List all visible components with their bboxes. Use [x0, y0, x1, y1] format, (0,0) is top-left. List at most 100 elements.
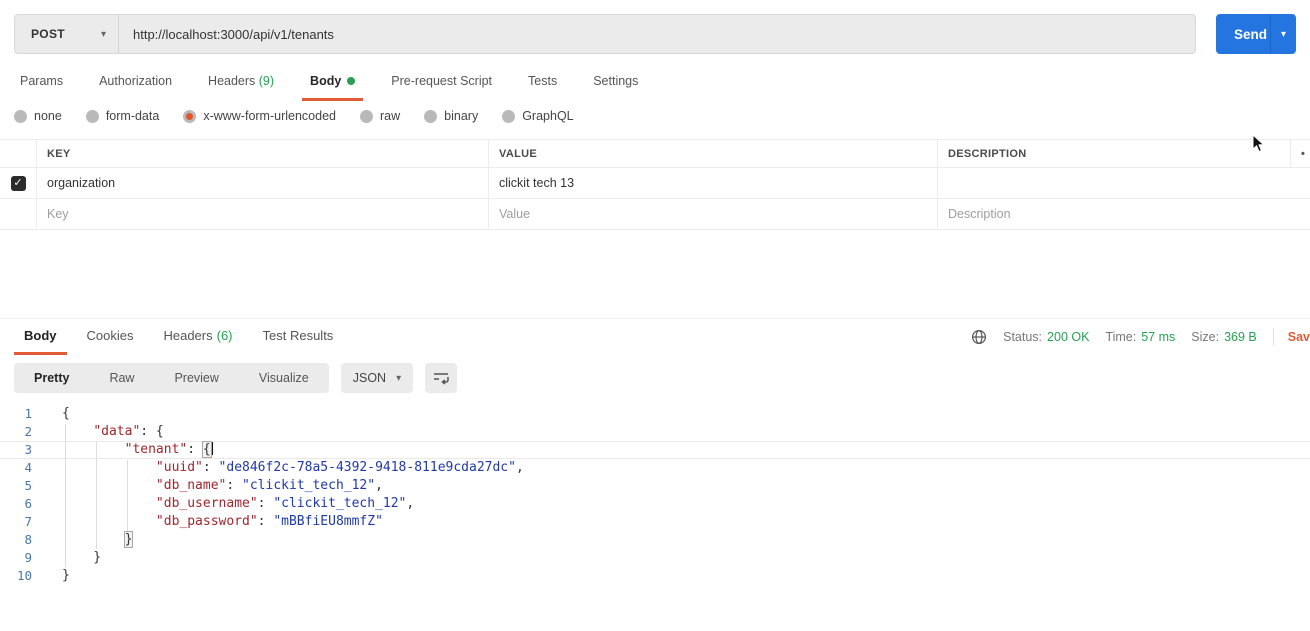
status-label: Status:	[1003, 330, 1043, 344]
view-tab-pretty[interactable]: Pretty	[14, 363, 89, 393]
code-text: }	[44, 567, 70, 585]
tab-pre-request-script[interactable]: Pre-request Script	[383, 66, 500, 101]
code-line: 10}	[0, 567, 1310, 585]
code-text: }	[44, 531, 134, 549]
url-group: POST ▾	[14, 14, 1196, 54]
response-tab-headers[interactable]: Headers (6)	[153, 319, 242, 355]
code-line: 4 "uuid": "de846f2c-78a5-4392-9418-811e9…	[0, 459, 1310, 477]
json-punctuation: ,	[406, 496, 415, 511]
format-select[interactable]: JSON ▾	[340, 363, 414, 393]
mode-binary[interactable]: binary	[424, 109, 478, 123]
radio-icon	[14, 109, 27, 123]
mode-graphql[interactable]: GraphQL	[502, 109, 574, 123]
save-response-button[interactable]: Sav	[1288, 330, 1310, 344]
line-number: 8	[24, 532, 32, 547]
row-end-cell	[1290, 199, 1310, 229]
json-punctuation: }	[123, 531, 134, 548]
response-tab-test-results[interactable]: Test Results	[253, 319, 344, 355]
value-cell[interactable]: clickit tech 13	[488, 168, 937, 198]
response-tabs: Body Cookies Headers (6) Test Results	[14, 319, 353, 355]
tab-headers[interactable]: Headers (9)	[200, 66, 282, 101]
response-tab-body[interactable]: Body	[14, 319, 67, 355]
code-text: "db_username": "clickit_tech_12",	[44, 495, 414, 513]
line-number: 4	[24, 460, 32, 475]
description-cell[interactable]	[937, 168, 1290, 198]
json-punctuation: :	[257, 496, 274, 511]
mode-x-www-form-urlencoded[interactable]: x-www-form-urlencoded	[183, 109, 336, 123]
method-label: POST	[31, 27, 65, 41]
code-text: "data": {	[44, 423, 164, 441]
tab-settings[interactable]: Settings	[585, 66, 646, 101]
radio-icon	[502, 109, 516, 123]
json-punctuation: :	[226, 478, 243, 493]
code-text: "db_password": "mBBfiEU8mmfZ"	[44, 513, 383, 531]
tab-label: Authorization	[99, 74, 173, 88]
line-number: 1	[24, 406, 32, 421]
tab-params[interactable]: Params	[12, 66, 71, 101]
checkbox-cell: ✓	[0, 168, 36, 198]
format-label: JSON	[352, 371, 387, 385]
json-key: "db_password"	[155, 514, 258, 529]
json-key: "data"	[93, 424, 141, 439]
response-meta: Status: 200 OK Time: 57 ms Size: 369 B S…	[971, 319, 1310, 355]
json-punctuation: }	[62, 550, 102, 565]
response-tab-cookies[interactable]: Cookies	[77, 319, 144, 355]
row-checkbox[interactable]: ✓	[10, 175, 26, 191]
mode-none[interactable]: none	[14, 109, 62, 123]
code-line: 1{	[0, 405, 1310, 423]
row-end-cell	[1290, 168, 1310, 198]
json-string: "clickit_tech_12"	[273, 496, 407, 511]
view-tab-visualize[interactable]: Visualize	[239, 363, 329, 393]
code-text: "tenant": {	[44, 441, 213, 458]
tab-label: Tests	[528, 74, 558, 88]
tab-label: Pre-request Script	[391, 74, 493, 88]
line-number: 5	[24, 478, 32, 493]
mode-form-data[interactable]: form-data	[85, 109, 160, 123]
wrap-lines-button[interactable]	[425, 363, 458, 393]
chevron-down-icon: ▾	[1280, 28, 1287, 40]
table-header-row: KEY VALUE DESCRIPTION •	[0, 140, 1310, 168]
tab-label: Headers	[208, 74, 256, 88]
select-all-cell	[0, 140, 36, 167]
column-header-description: DESCRIPTION	[937, 140, 1290, 167]
send-button[interactable]: Send	[1216, 14, 1270, 54]
tab-authorization[interactable]: Authorization	[91, 66, 180, 101]
url-input[interactable]	[119, 15, 1195, 53]
json-string: "de846f2c-78a5-4392-9418-811e9cda27dc"	[218, 460, 516, 475]
tab-body[interactable]: Body	[302, 66, 364, 101]
value-input[interactable]: Value	[488, 199, 937, 229]
json-key: "db_username"	[155, 496, 258, 511]
mode-label: binary	[444, 109, 479, 123]
globe-icon[interactable]	[971, 329, 987, 345]
divider	[1272, 328, 1274, 346]
code-line: 2 "data": {	[0, 423, 1310, 441]
json-punctuation: ,	[375, 478, 383, 493]
size-label: Size:	[1191, 330, 1220, 344]
line-number: 10	[16, 568, 32, 583]
key-input[interactable]: Key	[36, 199, 488, 229]
json-punctuation: :	[202, 460, 219, 475]
view-tab-preview[interactable]: Preview	[154, 363, 238, 393]
description-input[interactable]: Description	[937, 199, 1290, 229]
tab-label: Settings	[593, 74, 639, 88]
json-punctuation	[62, 478, 156, 493]
key-cell[interactable]: organization	[36, 168, 488, 198]
method-select[interactable]: POST ▾	[15, 15, 119, 53]
json-punctuation	[62, 532, 125, 547]
line-number: 2	[24, 424, 32, 439]
status-value: 200 OK	[1047, 330, 1090, 344]
tab-tests[interactable]: Tests	[520, 66, 565, 101]
tab-label: Params	[20, 74, 64, 88]
radio-icon	[183, 109, 197, 123]
mode-raw[interactable]: raw	[360, 109, 400, 123]
json-key: "tenant"	[124, 442, 188, 457]
table-options-button[interactable]: •	[1290, 140, 1310, 167]
mode-label: form-data	[105, 109, 160, 123]
text-caret	[211, 442, 213, 455]
code-line: 6 "db_username": "clickit_tech_12",	[0, 495, 1310, 513]
json-punctuation: : {	[140, 424, 164, 439]
view-tab-raw[interactable]: Raw	[89, 363, 154, 393]
code-line: 8 }	[0, 531, 1310, 549]
send-options-button[interactable]: ▾	[1270, 14, 1296, 54]
json-punctuation: {	[62, 406, 70, 421]
